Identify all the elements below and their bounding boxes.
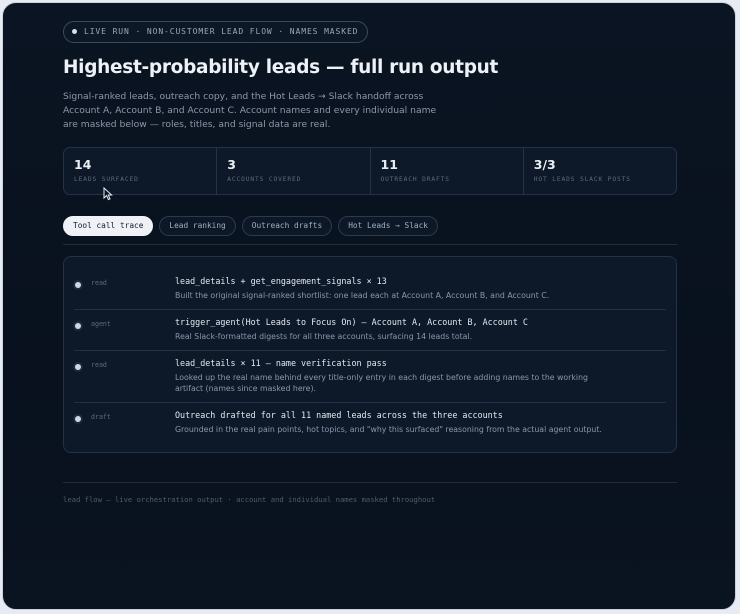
trace-row: read lead_details × 11 — name verificati… (74, 349, 666, 402)
trace-kind: read (91, 360, 107, 369)
trace-row: agent trigger_agent(Hot Leads to Focus O… (74, 308, 666, 350)
trace-row: draft Outreach drafted for all 11 named … (74, 401, 666, 443)
app-window: LIVE RUN · NON-CUSTOMER LEAD FLOW · NAME… (2, 2, 736, 610)
stat-value: 3/3 (533, 156, 556, 172)
page-subtitle: Signal-ranked leads, outreach copy, and … (63, 90, 437, 130)
tab-lead-ranking[interactable]: Lead ranking (159, 215, 236, 236)
tab-tool-call-trace[interactable]: Tool call trace (63, 215, 154, 236)
stat-label: HOT LEADS SLACK POSTS (533, 175, 631, 183)
view-tabs: Tool call trace Lead ranking Outreach dr… (63, 215, 677, 236)
stat-accounts-covered: 3 ACCOUNTS COVERED (217, 147, 371, 194)
page-title: Highest-probability leads — full run out… (63, 56, 499, 78)
trace-description: Looked up the real name behind every tit… (175, 372, 588, 393)
trace-kind: read (91, 278, 107, 287)
mouse-cursor-icon (103, 187, 113, 201)
tab-outreach-drafts[interactable]: Outreach drafts (241, 215, 333, 236)
trace-kind: agent (91, 319, 111, 328)
footer-divider (63, 481, 677, 483)
live-run-badge: LIVE RUN · NON-CUSTOMER LEAD FLOW · NAME… (63, 20, 369, 43)
trace-step-dot-icon (75, 363, 81, 370)
live-run-badge-label: LIVE RUN · NON-CUSTOMER LEAD FLOW · NAME… (84, 27, 359, 36)
tab-hot-leads-slack[interactable]: Hot Leads → Slack (338, 215, 438, 236)
trace-step-dot-icon (75, 281, 81, 288)
stat-slack-posts: 3/3 HOT LEADS SLACK POSTS (524, 148, 676, 194)
trace-step-dot-icon (75, 322, 81, 329)
trace-description: Real Slack-formatted digests for all thr… (175, 331, 473, 341)
tool-call-trace-panel: read lead_details + get_engagement_signa… (63, 255, 677, 453)
stat-value: 3 (227, 156, 236, 172)
footer-note: lead flow — live orchestration output · … (63, 494, 436, 504)
trace-row: read lead_details + get_engagement_signa… (74, 269, 666, 309)
stat-label: ACCOUNTS COVERED (227, 175, 302, 183)
stat-leads-surfaced: 14 LEADS SURFACED (64, 147, 218, 194)
stat-label: OUTREACH DRAFTS (380, 175, 450, 183)
main-content: LIVE RUN · NON-CUSTOMER LEAD FLOW · NAME… (63, 19, 677, 504)
trace-title: lead_details + get_engagement_signals × … (175, 275, 387, 286)
stat-outreach-drafts: 11 OUTREACH DRAFTS (371, 147, 524, 194)
trace-title: Outreach drafted for all 11 named leads … (175, 409, 503, 420)
trace-description: Built the original signal-ranked shortli… (175, 290, 550, 300)
stat-value: 11 (380, 156, 398, 172)
trace-title: trigger_agent(Hot Leads to Focus On) — A… (175, 316, 528, 327)
stat-value: 14 (74, 156, 92, 172)
live-indicator-icon (72, 29, 77, 34)
stat-label: LEADS SURFACED (74, 175, 139, 183)
stats-bar: 14 LEADS SURFACED 3 ACCOUNTS COVERED 11 … (63, 146, 677, 195)
trace-description: Grounded in the real pain points, hot to… (175, 424, 602, 434)
trace-title: lead_details × 11 — name verification pa… (175, 357, 387, 368)
trace-kind: draft (91, 412, 111, 421)
trace-step-dot-icon (75, 415, 81, 422)
tabs-divider (63, 243, 677, 245)
